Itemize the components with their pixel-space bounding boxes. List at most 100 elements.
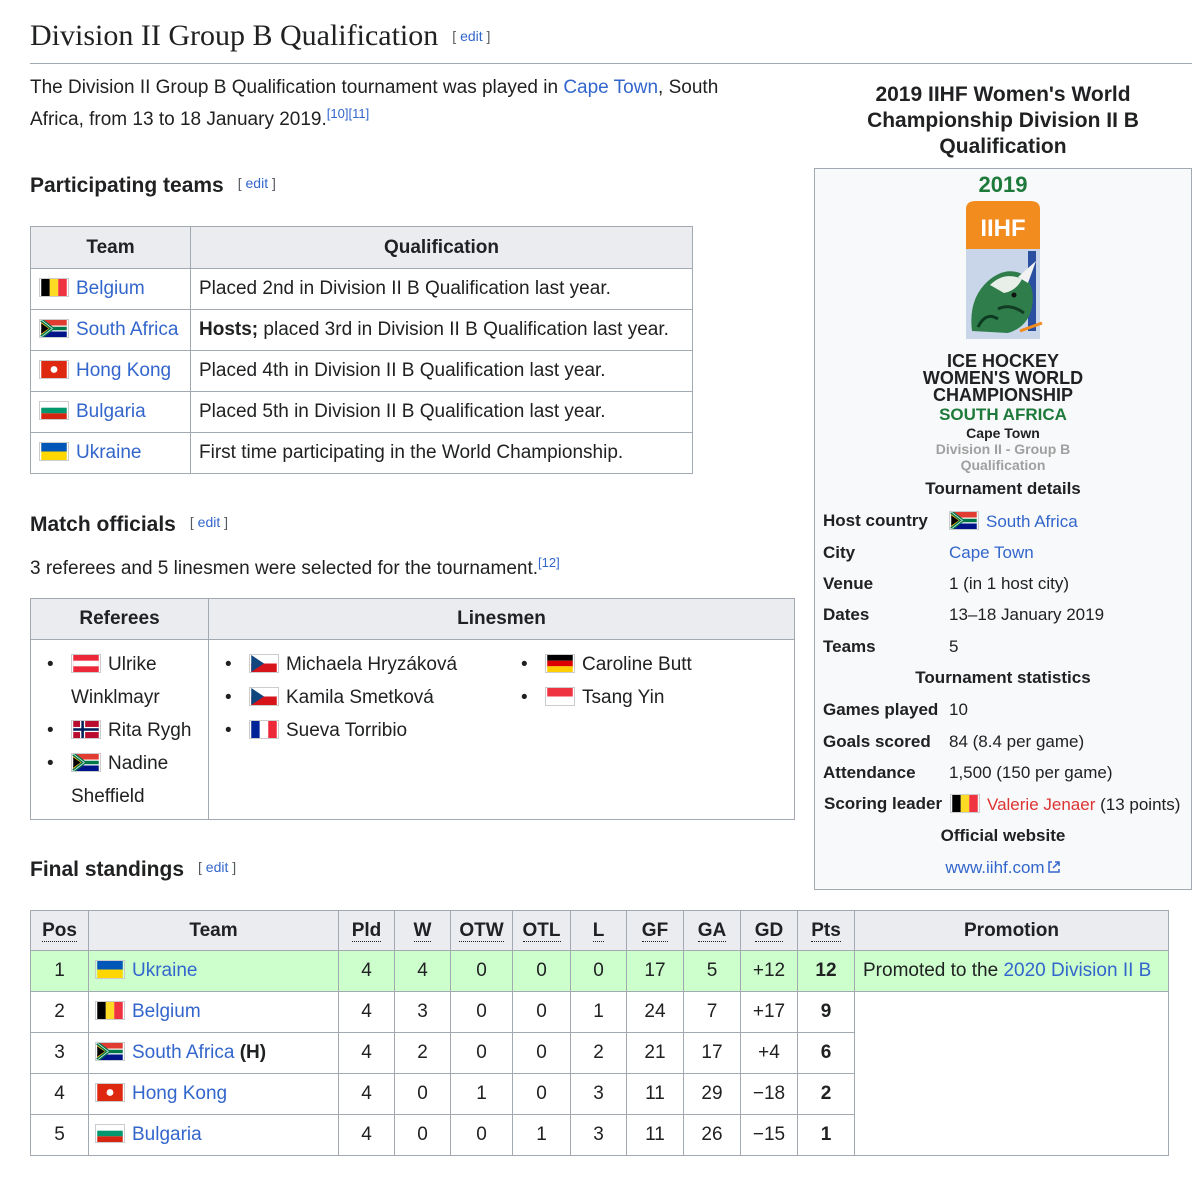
team-link[interactable]: Hong Kong bbox=[76, 360, 171, 381]
reference-link[interactable]: [10][11] bbox=[327, 106, 369, 121]
w-cell: 0 bbox=[394, 1114, 451, 1156]
pos-cell: 5 bbox=[30, 1114, 89, 1156]
team-cell: Bulgaria bbox=[30, 391, 191, 433]
otl-cell: 0 bbox=[512, 1032, 571, 1074]
team-link[interactable]: Bulgaria bbox=[76, 401, 146, 422]
otw-cell: 0 bbox=[450, 1032, 513, 1074]
team-link[interactable]: Hong Kong bbox=[132, 1083, 227, 1104]
team-cell: Ukraine bbox=[30, 432, 191, 474]
promotion-text: Promoted to the bbox=[863, 960, 1004, 981]
w-cell: 4 bbox=[394, 950, 451, 992]
hong-kong-flag-icon bbox=[39, 360, 69, 379]
gf-cell: 21 bbox=[626, 1032, 684, 1074]
website-link[interactable]: www.iihf.com bbox=[945, 858, 1044, 877]
match-officials-heading: Match officials[ edit ] bbox=[30, 513, 229, 536]
edit-section-link[interactable]: [ edit ] bbox=[198, 859, 236, 875]
hong-kong-flag-icon bbox=[95, 1083, 125, 1102]
czech-republic-flag-icon bbox=[249, 654, 279, 673]
participating-teams-heading: Participating teams[ edit ] bbox=[30, 174, 276, 197]
column-header: Pos bbox=[30, 910, 89, 951]
reference-link[interactable]: [12] bbox=[538, 555, 560, 570]
w-cell: 2 bbox=[394, 1032, 451, 1074]
south-africa-flag-icon bbox=[949, 511, 979, 530]
ga-cell: 29 bbox=[683, 1073, 741, 1115]
row-value: 13–18 January 2019 bbox=[949, 605, 1105, 624]
column-header: GA bbox=[683, 910, 741, 951]
logo-qualification: Qualification bbox=[960, 457, 1046, 473]
team-link[interactable]: Belgium bbox=[132, 1001, 201, 1022]
list-item: Kamila Smetková bbox=[209, 681, 505, 714]
edit-section-link[interactable]: [ edit ] bbox=[190, 514, 228, 530]
official-website-header: Official website bbox=[940, 826, 1066, 845]
infobox: 2019 IIHF ICE HOCKEY WOMEN'S WORLD CHAMP… bbox=[814, 168, 1192, 890]
official-name: Rita Rygh bbox=[108, 720, 192, 741]
logo-year: 2019 bbox=[978, 172, 1028, 197]
column-header-label: OTW bbox=[459, 919, 504, 942]
pts-cell: 12 bbox=[797, 950, 855, 992]
pld-cell: 4 bbox=[338, 991, 395, 1033]
qualification-text: placed 3rd in Division II B Qualificatio… bbox=[258, 319, 669, 340]
team-link[interactable]: Ukraine bbox=[76, 442, 141, 463]
cape-town-link[interactable]: Cape Town bbox=[949, 543, 1034, 562]
row-label: Goals scored bbox=[823, 732, 931, 751]
edit-section-link[interactable]: [ edit ] bbox=[238, 175, 276, 191]
edit-section-link[interactable]: [ edit ] bbox=[452, 28, 490, 44]
otl-cell: 0 bbox=[512, 1073, 571, 1115]
row-label: Dates bbox=[823, 605, 870, 624]
gd-cell: +12 bbox=[740, 950, 798, 992]
ukraine-flag-icon bbox=[95, 960, 125, 979]
pos-cell: 3 bbox=[30, 1032, 89, 1074]
team-link[interactable]: South Africa bbox=[76, 319, 178, 340]
qualification-cell: Placed 2nd in Division II B Qualificatio… bbox=[190, 268, 693, 310]
gd-cell: +4 bbox=[740, 1032, 798, 1074]
team-link[interactable]: Ukraine bbox=[132, 960, 197, 981]
pld-cell: 4 bbox=[338, 1114, 395, 1156]
qualification-text: Placed 5th in Division II B Qualificatio… bbox=[199, 401, 606, 422]
bulgaria-flag-icon bbox=[95, 1124, 125, 1143]
cape-town-link[interactable]: Cape Town bbox=[563, 77, 658, 98]
promotion-link[interactable]: 2020 Division II B bbox=[1003, 960, 1151, 981]
referees-list: Ulrike Winklmayr Rita Rygh Nadine Sheffiel… bbox=[31, 648, 208, 813]
otl-cell: 1 bbox=[512, 1114, 571, 1156]
row-label: Host country bbox=[823, 511, 928, 530]
pos-cell: 2 bbox=[30, 991, 89, 1033]
l-cell: 2 bbox=[570, 1032, 627, 1074]
team-link[interactable]: South Africa bbox=[132, 1042, 234, 1063]
final-standings-heading: Final standings[ edit ] bbox=[30, 858, 237, 881]
column-header-label: Pld bbox=[351, 919, 382, 942]
l-cell: 3 bbox=[570, 1114, 627, 1156]
south-africa-flag-icon bbox=[95, 1042, 125, 1061]
belgium-flag-icon bbox=[95, 1001, 125, 1020]
team-link[interactable]: Bulgaria bbox=[132, 1124, 202, 1145]
germany-flag-icon bbox=[545, 654, 575, 673]
qualification-cell: Placed 5th in Division II B Qualificatio… bbox=[190, 391, 693, 433]
row-label: Scoring leader bbox=[824, 794, 943, 813]
pts-cell: 6 bbox=[797, 1032, 855, 1074]
table-row: 1 Ukraine 4 4 0 0 0 17 5 +12 12 Promoted to the 202… bbox=[30, 950, 1169, 992]
standings-table: Pos Team Pld W OTW OTL L GF GA GD Pts Promotion 1 Uk… bbox=[30, 910, 1169, 1156]
gf-cell: 17 bbox=[626, 950, 684, 992]
qualification-bold: Hosts; bbox=[199, 319, 259, 340]
list-item: Caroline Butt bbox=[505, 648, 692, 681]
official-name: Caroline Butt bbox=[582, 654, 692, 675]
external-link-icon bbox=[1047, 861, 1060, 873]
table-row: Belgium Placed 2nd in Division II B Quali… bbox=[30, 268, 693, 310]
team-link[interactable]: Belgium bbox=[76, 278, 145, 299]
column-header: GD bbox=[740, 910, 798, 951]
ga-cell: 7 bbox=[683, 991, 741, 1033]
otw-cell: 1 bbox=[450, 1073, 513, 1115]
scoring-leader-link[interactable]: Valerie Jenaer bbox=[987, 795, 1095, 814]
pld-cell: 4 bbox=[338, 1073, 395, 1115]
tournament-details-header: Tournament details bbox=[925, 479, 1081, 498]
linesmen-list: Caroline Butt Tsang Yin bbox=[505, 648, 692, 747]
tournament-logo: 2019 IIHF ICE HOCKEY WOMEN'S WORLD CHAMP… bbox=[815, 171, 1191, 473]
pld-cell: 4 bbox=[338, 1032, 395, 1074]
south-africa-link[interactable]: South Africa bbox=[986, 512, 1078, 531]
list-item: Michaela Hryzáková bbox=[209, 648, 505, 681]
page-heading: Division II Group B Qualification [ edit … bbox=[30, 14, 1192, 64]
column-header-label: Pos bbox=[42, 919, 77, 942]
infobox-title: 2019 IIHF Women's World Championship Div… bbox=[867, 83, 1139, 158]
row-label: Teams bbox=[823, 637, 876, 656]
column-header-label: Pts bbox=[811, 919, 841, 942]
team-cell: Hong Kong bbox=[30, 350, 191, 392]
